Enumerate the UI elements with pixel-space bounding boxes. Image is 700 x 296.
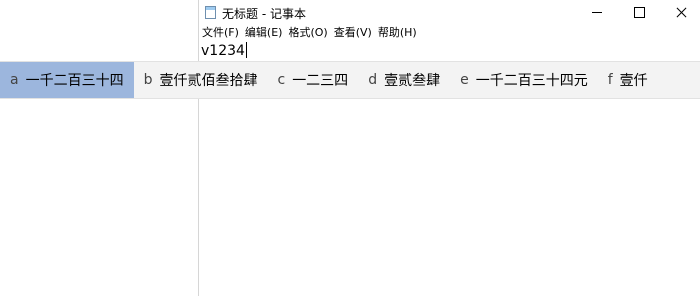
candidate-text: 一千二百三十四元 <box>475 73 588 89</box>
ime-candidate-a[interactable]: a 一千二百三十四 <box>0 62 134 98</box>
menu-view[interactable]: 查看(V) <box>331 25 375 41</box>
ime-candidate-d[interactable]: d 壹贰叁肆 <box>358 62 450 98</box>
candidate-text: 壹贰叁肆 <box>384 73 441 89</box>
editor-text: v1234 <box>201 43 245 59</box>
ime-candidate-c[interactable]: c 一二三四 <box>267 62 358 98</box>
minimize-button[interactable] <box>579 0 615 25</box>
candidate-key: c <box>277 72 286 88</box>
close-button[interactable] <box>663 0 699 25</box>
ime-candidate-e[interactable]: e 一千二百三十四元 <box>450 62 598 98</box>
text-caret <box>245 42 247 58</box>
menu-edit[interactable]: 编辑(E) <box>242 25 286 41</box>
candidate-key: f <box>607 72 613 88</box>
title-bar[interactable]: 无标题 - 记事本 <box>199 0 700 25</box>
candidate-key: b <box>143 72 153 88</box>
editor-content: v1234 <box>201 42 247 59</box>
menu-bar: 文件(F) 编辑(E) 格式(O) 查看(V) 帮助(H) <box>199 25 420 41</box>
ime-candidate-f[interactable]: f 壹仟 <box>598 62 658 98</box>
ime-candidate-bar: a 一千二百三十四 b 壹仟贰佰叁拾肆 c 一二三四 d 壹贰叁肆 e 一千二百… <box>0 61 700 99</box>
candidate-text: 壹仟贰佰叁拾肆 <box>159 73 258 89</box>
candidate-text: 一千二百三十四 <box>25 73 124 89</box>
menu-help[interactable]: 帮助(H) <box>375 25 420 41</box>
window-title: 无标题 - 记事本 <box>222 7 306 21</box>
candidate-text: 壹仟 <box>619 73 648 89</box>
maximize-button[interactable] <box>621 0 657 25</box>
candidate-key: a <box>10 72 19 88</box>
candidate-key: d <box>368 72 378 88</box>
ime-candidate-b[interactable]: b 壹仟贰佰叁拾肆 <box>134 62 268 98</box>
menu-file[interactable]: 文件(F) <box>199 25 242 41</box>
notepad-app-icon <box>205 6 216 19</box>
menu-format[interactable]: 格式(O) <box>285 25 330 41</box>
notepad-window: 无标题 - 记事本 文件(F) 编辑(E) 格式(O) 查看(V) 帮助(H) v123… <box>198 0 700 296</box>
candidate-key: e <box>460 72 469 88</box>
candidate-text: 一二三四 <box>292 73 349 89</box>
vertical-scrollbar[interactable] <box>687 98 700 296</box>
